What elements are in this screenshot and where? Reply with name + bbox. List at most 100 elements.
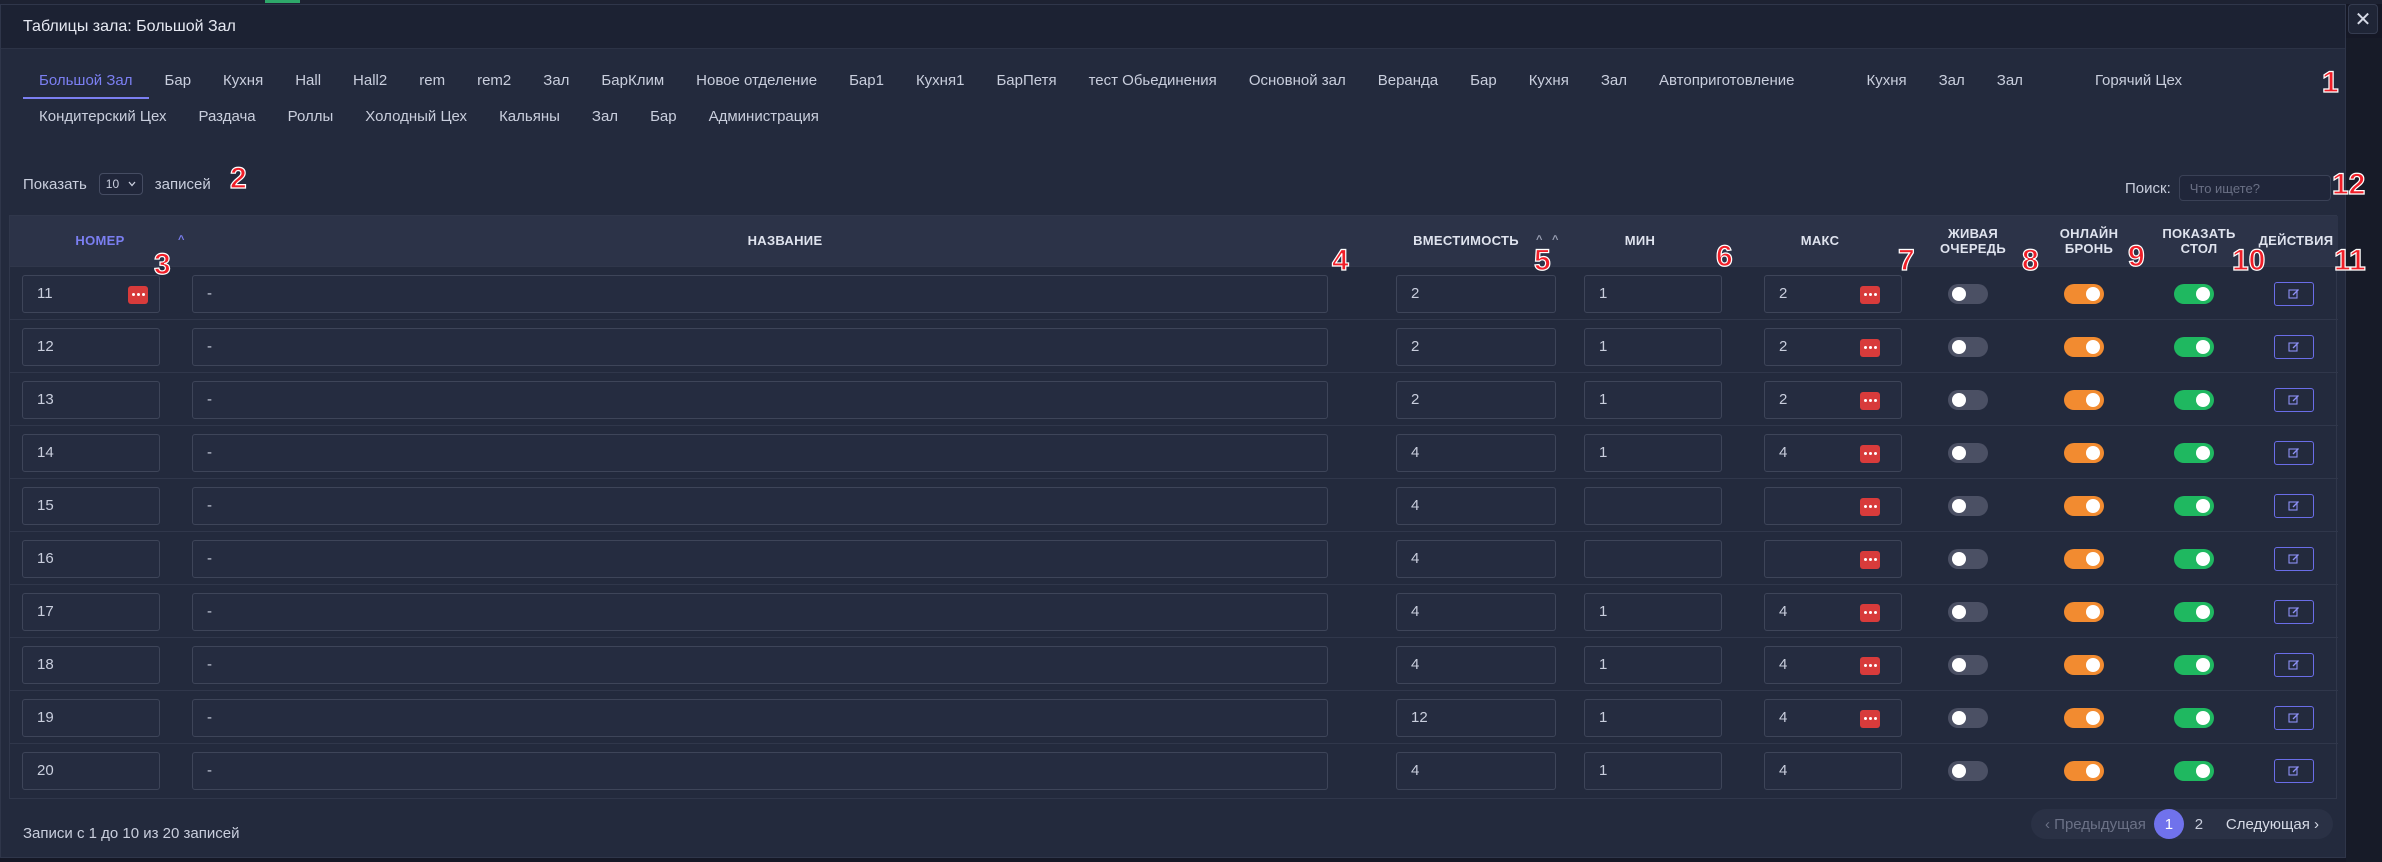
edit-button[interactable] (2274, 652, 2314, 677)
max-input[interactable]: 4 (1764, 751, 1902, 790)
column-header-live-queue[interactable]: ЖИВАЯ ОЧЕРЕДЬ (1912, 216, 2034, 266)
page-2-button[interactable]: 2 (2184, 809, 2214, 839)
tab-tabs-row1-5[interactable]: rem (403, 63, 461, 99)
max-input[interactable]: 4 (1764, 698, 1902, 737)
tab-tabs-row1-9[interactable]: Новое отделение (680, 63, 833, 99)
online-booking-toggle[interactable] (2064, 654, 2104, 675)
max-input[interactable]: 4 (1764, 592, 1902, 631)
min-input[interactable]: 1 (1584, 433, 1722, 472)
online-booking-toggle[interactable] (2064, 336, 2104, 357)
tab-tabs-row1-8[interactable]: БарКлим (585, 63, 680, 99)
search-input[interactable] (2178, 175, 2331, 201)
table-number-input[interactable]: 15 (22, 486, 160, 525)
more-dots-icon[interactable] (1860, 338, 1880, 357)
table-number-input[interactable]: 19 (22, 698, 160, 737)
more-dots-icon[interactable] (1860, 656, 1880, 675)
capacity-input[interactable]: 2 (1396, 380, 1556, 419)
table-name-input[interactable]: - (192, 433, 1328, 472)
online-booking-toggle[interactable] (2064, 707, 2104, 728)
live-queue-toggle[interactable] (1948, 654, 1988, 675)
tab-tabs-row2-6[interactable]: Бар (634, 99, 693, 135)
capacity-input[interactable]: 4 (1396, 751, 1556, 790)
table-number-input[interactable]: 14 (22, 433, 160, 472)
show-table-toggle[interactable] (2174, 654, 2214, 675)
more-dots-icon[interactable] (1860, 497, 1880, 516)
tab-tabs-row1-20[interactable]: Кухня (1850, 63, 1922, 99)
column-header-capacity[interactable]: ВМЕСТИМОСТЬ ^ (1380, 216, 1558, 266)
min-input[interactable]: 1 (1584, 327, 1722, 366)
column-header-min[interactable]: МИН (1552, 216, 1728, 266)
show-table-toggle[interactable] (2174, 389, 2214, 410)
show-table-toggle[interactable] (2174, 548, 2214, 569)
show-table-toggle[interactable] (2174, 283, 2214, 304)
table-name-input[interactable]: - (192, 698, 1328, 737)
max-input[interactable] (1764, 539, 1902, 578)
show-table-toggle[interactable] (2174, 336, 2214, 357)
max-input[interactable]: 2 (1764, 274, 1902, 313)
more-dots-icon[interactable] (1860, 709, 1880, 728)
tab-tabs-row1-14[interactable]: Основной зал (1233, 63, 1362, 99)
tab-tabs-row2-5[interactable]: Зал (576, 99, 634, 135)
edit-button[interactable] (2274, 705, 2314, 730)
tab-tabs-row1-17[interactable]: Кухня (1513, 63, 1585, 99)
max-input[interactable] (1764, 486, 1902, 525)
more-dots-icon[interactable] (1860, 444, 1880, 463)
capacity-input[interactable]: 4 (1396, 486, 1556, 525)
tab-tabs-row2-1[interactable]: Раздача (182, 99, 271, 135)
table-number-input[interactable]: 13 (22, 380, 160, 419)
live-queue-toggle[interactable] (1948, 760, 1988, 781)
live-queue-toggle[interactable] (1948, 707, 1988, 728)
tab-tabs-row1-11[interactable]: Кухня1 (900, 63, 981, 99)
min-input[interactable]: 1 (1584, 380, 1722, 419)
min-input[interactable]: 1 (1584, 274, 1722, 313)
show-table-toggle[interactable] (2174, 495, 2214, 516)
online-booking-toggle[interactable] (2064, 601, 2104, 622)
edit-button[interactable] (2274, 599, 2314, 624)
live-queue-toggle[interactable] (1948, 336, 1988, 357)
tab-tabs-row1-15[interactable]: Веранда (1362, 63, 1454, 99)
more-dots-icon[interactable] (1860, 391, 1880, 410)
more-dots-icon[interactable] (1860, 285, 1880, 304)
tab-tabs-row1-19[interactable]: Автоприготовление (1643, 63, 1810, 99)
tab-tabs-row1-18[interactable]: Зал (1585, 63, 1643, 99)
tab-tabs-row1-12[interactable]: БарПетя (980, 63, 1072, 99)
tab-tabs-row1-23[interactable]: Горячий Цех (2079, 63, 2198, 99)
min-input[interactable]: 1 (1584, 645, 1722, 684)
capacity-input[interactable]: 4 (1396, 645, 1556, 684)
min-input[interactable] (1584, 539, 1722, 578)
tab-tabs-row2-7[interactable]: Администрация (693, 99, 835, 135)
online-booking-toggle[interactable] (2064, 389, 2104, 410)
prev-page-button[interactable]: ‹ Предыдущая (2037, 816, 2154, 833)
edit-button[interactable] (2274, 546, 2314, 571)
show-table-toggle[interactable] (2174, 707, 2214, 728)
table-name-input[interactable]: - (192, 380, 1328, 419)
tab-tabs-row1-22[interactable]: Зал (1981, 63, 2039, 99)
capacity-input[interactable]: 12 (1396, 698, 1556, 737)
tab-tabs-row2-2[interactable]: Роллы (272, 99, 350, 135)
tab-tabs-row1-10[interactable]: Бар1 (833, 63, 900, 99)
max-input[interactable]: 2 (1764, 380, 1902, 419)
table-number-input[interactable]: 12 (22, 327, 160, 366)
edit-button[interactable] (2274, 493, 2314, 518)
live-queue-toggle[interactable] (1948, 495, 1988, 516)
online-booking-toggle[interactable] (2064, 283, 2104, 304)
show-table-toggle[interactable] (2174, 760, 2214, 781)
table-name-input[interactable]: - (192, 645, 1328, 684)
live-queue-toggle[interactable] (1948, 283, 1988, 304)
more-dots-icon[interactable] (128, 285, 148, 304)
max-input[interactable]: 4 (1764, 645, 1902, 684)
table-name-input[interactable]: - (192, 327, 1328, 366)
live-queue-toggle[interactable] (1948, 601, 1988, 622)
max-input[interactable]: 4 (1764, 433, 1902, 472)
max-input[interactable]: 2 (1764, 327, 1902, 366)
column-header-name[interactable]: НАЗВАНИЕ ^ (190, 216, 1543, 266)
capacity-input[interactable]: 2 (1396, 327, 1556, 366)
table-number-input[interactable]: 17 (22, 592, 160, 631)
capacity-input[interactable]: 4 (1396, 539, 1556, 578)
tab-tabs-row1-0[interactable]: Большой Зал (23, 63, 149, 99)
next-page-button[interactable]: Следующая › (2214, 816, 2323, 833)
tab-tabs-row1-16[interactable]: Бар (1454, 63, 1513, 99)
online-booking-toggle[interactable] (2064, 495, 2104, 516)
tab-tabs-row1-7[interactable]: Зал (527, 63, 585, 99)
tab-tabs-row1-21[interactable]: Зал (1923, 63, 1981, 99)
